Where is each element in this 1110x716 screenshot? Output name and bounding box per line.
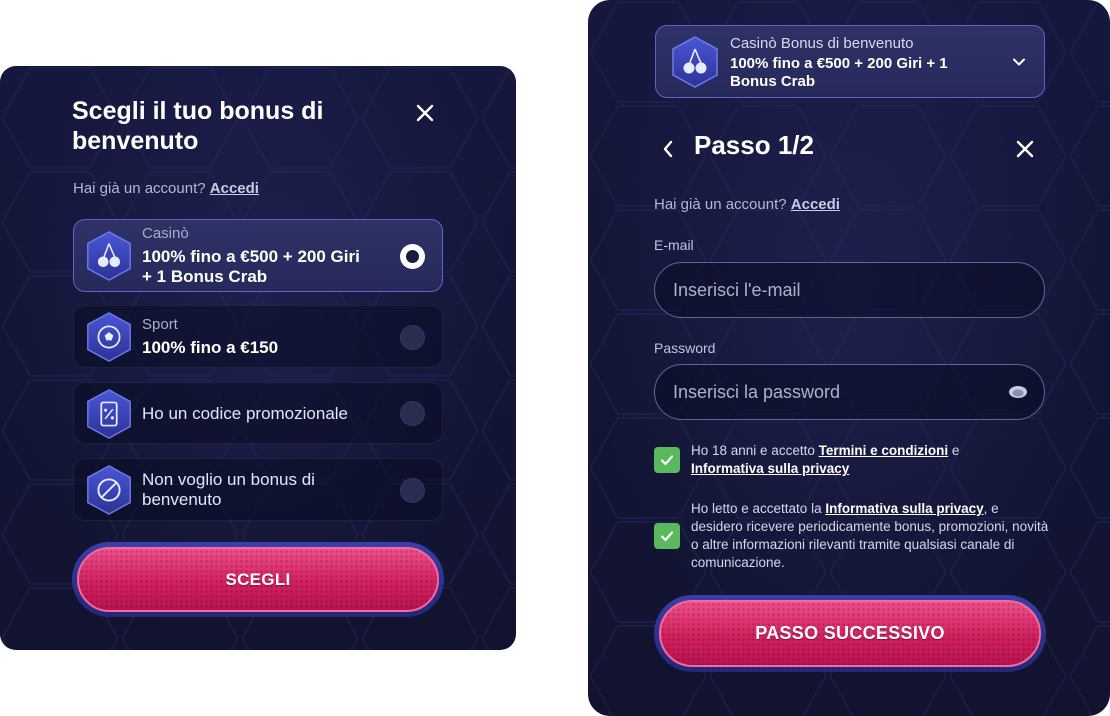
radio-unselected[interactable]	[400, 401, 425, 426]
privacy-link[interactable]: Informativa sulla privacy	[825, 501, 983, 516]
step-title: Passo 1/2	[694, 130, 814, 160]
terms-link[interactable]: Termini e condizioni	[819, 443, 949, 458]
bonus-selector-category: Casinò Bonus di benvenuto	[730, 35, 914, 52]
password-label: Password	[654, 340, 716, 356]
cherry-icon	[672, 36, 718, 88]
cta-frame: PASSO SUCCESSIVO	[654, 595, 1046, 672]
option-category: Sport	[142, 316, 178, 333]
soccer-ball-icon	[87, 312, 131, 362]
account-line: Hai già un account? Accedi	[654, 196, 840, 213]
bonus-choice-dialog: Scegli il tuo bonus di benvenuto Hai già…	[0, 66, 516, 650]
close-button[interactable]	[1014, 138, 1036, 160]
marketing-checkbox[interactable]	[654, 523, 680, 549]
marketing-pre: Ho letto e accettato la	[691, 501, 826, 516]
age-terms-mid: e	[948, 443, 960, 458]
option-label: Non voglio un bonus di benvenuto	[142, 470, 315, 509]
option-offer: 100% fino a €150	[142, 338, 279, 357]
password-field-wrapper	[654, 364, 1045, 420]
cta-frame: SCEGLI	[72, 542, 444, 617]
email-field-wrapper	[654, 262, 1045, 318]
eye-icon[interactable]	[1008, 384, 1028, 400]
close-button[interactable]	[414, 102, 436, 124]
promo-code-icon	[87, 389, 131, 439]
back-button[interactable]	[660, 139, 676, 159]
option-casino[interactable]: Casinò 100% fino a €500 + 200 Giri + 1 B…	[73, 219, 443, 292]
account-prompt: Hai già un account?	[654, 196, 787, 213]
marketing-consent-text: Ho letto e accettato la Informativa sull…	[691, 500, 1051, 572]
close-icon	[416, 104, 434, 122]
option-no-bonus[interactable]: Non voglio un bonus di benvenuto	[73, 458, 443, 521]
registration-dialog: Casinò Bonus di benvenuto 100% fino a €5…	[588, 0, 1110, 716]
login-link[interactable]: Accedi	[791, 196, 840, 213]
bonus-selector-offer: 100% fino a €500 + 200 Giri + 1 Bonus Cr…	[730, 55, 948, 90]
age-terms-checkbox[interactable]	[654, 447, 680, 473]
chevron-left-icon	[663, 140, 673, 158]
account-line: Hai già un account? Accedi	[73, 180, 259, 197]
privacy-link[interactable]: Informativa sulla privacy	[691, 461, 849, 476]
option-sport[interactable]: Sport 100% fino a €150	[73, 305, 443, 368]
next-step-button[interactable]: PASSO SUCCESSIVO	[659, 600, 1041, 667]
option-promo-code[interactable]: Ho un codice promozionale	[73, 382, 443, 444]
radio-unselected[interactable]	[400, 478, 425, 503]
age-terms-pre: Ho 18 anni e accetto	[691, 443, 819, 458]
age-terms-text: Ho 18 anni e accetto Termini e condizion…	[691, 442, 1051, 478]
bonus-selector[interactable]: Casinò Bonus di benvenuto 100% fino a €5…	[655, 25, 1045, 98]
email-label: E-mail	[654, 237, 694, 253]
choose-button[interactable]: SCEGLI	[77, 547, 439, 612]
dialog-title: Scegli il tuo bonus di benvenuto	[72, 97, 324, 155]
account-prompt: Hai già un account?	[73, 180, 206, 197]
close-icon	[1016, 140, 1034, 158]
email-field[interactable]	[673, 279, 1026, 301]
no-bonus-icon	[87, 465, 131, 515]
cherry-icon	[87, 231, 131, 281]
option-category: Casinò	[142, 225, 189, 242]
radio-selected[interactable]	[400, 244, 425, 269]
radio-unselected[interactable]	[400, 325, 425, 350]
chevron-down-icon	[1013, 58, 1025, 66]
option-label: Ho un codice promozionale	[142, 404, 349, 423]
option-offer: 100% fino a €500 + 200 Giri + 1 Bonus Cr…	[142, 247, 360, 286]
checkmark-icon	[660, 455, 674, 466]
login-link[interactable]: Accedi	[210, 180, 259, 197]
password-field[interactable]	[673, 381, 1026, 403]
checkmark-icon	[660, 531, 674, 542]
